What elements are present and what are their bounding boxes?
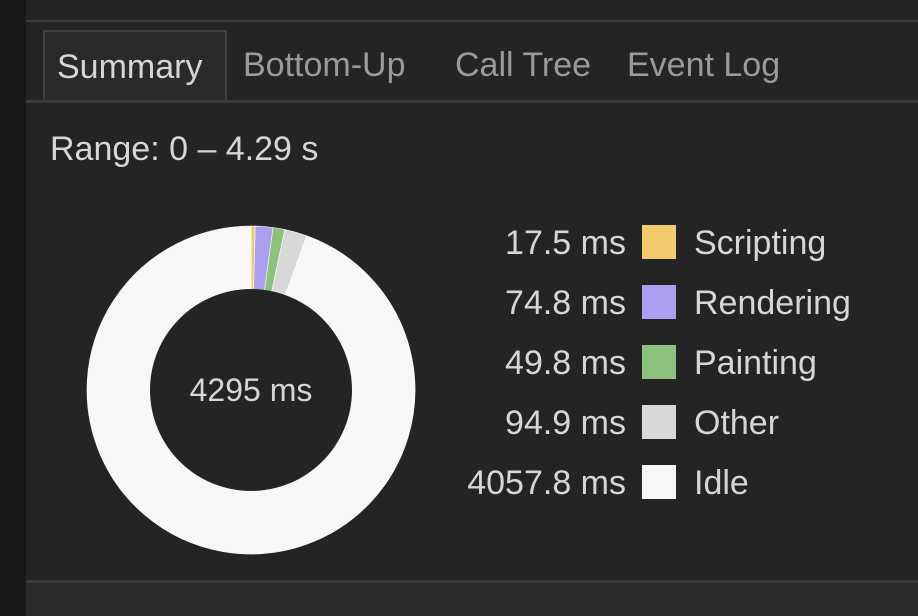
legend-label: Rendering — [694, 284, 851, 322]
legend-item-rendering: 74.8 ms Rendering — [446, 273, 906, 333]
legend-item-scripting: 17.5 ms Scripting — [446, 213, 906, 273]
bottom-bar — [26, 583, 918, 616]
summary-panel: Summary Bottom-Up Call Tree Event Log Ra… — [26, 0, 918, 616]
left-panel-edge — [0, 0, 26, 616]
legend-swatch-idle — [642, 465, 676, 499]
tab-event-log[interactable]: Event Log — [627, 30, 780, 100]
tab-divider — [26, 100, 918, 103]
legend-value: 17.5 ms — [505, 224, 626, 262]
legend-item-painting: 49.8 ms Painting — [446, 333, 906, 393]
legend-label: Other — [694, 404, 780, 442]
legend-label: Scripting — [694, 224, 827, 262]
tab-bottom-up[interactable]: Bottom-Up — [243, 30, 406, 100]
tab-bar: Summary Bottom-Up Call Tree Event Log — [26, 22, 918, 102]
legend-swatch-other — [642, 405, 676, 439]
legend-item-other: 94.9 ms Other — [446, 393, 906, 453]
legend-item-idle: 4057.8 ms Idle — [446, 453, 906, 513]
legend-value: 94.9 ms — [505, 404, 626, 442]
legend-swatch-painting — [642, 345, 676, 379]
total-time-label: 4295 ms — [190, 372, 313, 408]
time-breakdown-donut-chart: 4295 ms — [86, 225, 416, 555]
legend-value: 74.8 ms — [505, 284, 626, 322]
legend-value: 4057.8 ms — [467, 464, 626, 502]
legend-label: Idle — [694, 464, 749, 502]
tab-summary[interactable]: Summary — [43, 30, 227, 100]
tab-call-tree[interactable]: Call Tree — [455, 30, 591, 100]
range-label: Range: 0 – 4.29 s — [50, 130, 319, 168]
legend-swatch-rendering — [642, 285, 676, 319]
legend: 17.5 ms Scripting 74.8 ms Rendering 49.8 ms P… — [446, 213, 906, 513]
legend-label: Painting — [694, 344, 817, 382]
legend-swatch-scripting — [642, 225, 676, 259]
legend-value: 49.8 ms — [505, 344, 626, 382]
